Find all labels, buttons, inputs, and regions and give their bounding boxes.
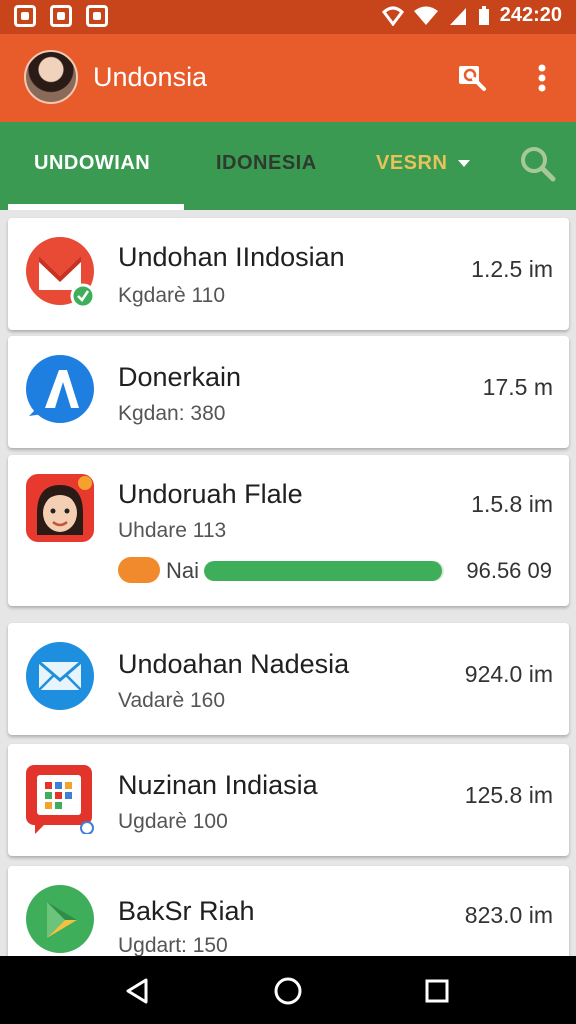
progress-bar — [204, 561, 444, 581]
download-progress: Nai 96.56 09 — [118, 555, 558, 585]
recents-button[interactable] — [420, 974, 454, 1008]
app-subtitle: Kgdan: 380 — [118, 402, 226, 425]
home-button[interactable] — [271, 974, 305, 1008]
girl-face-icon — [26, 474, 94, 542]
search-icon — [459, 66, 486, 91]
app-subtitle: Uhdare 113 — [118, 519, 227, 542]
app-name: BakSr Riah — [118, 896, 255, 926]
dropdown-arrow-icon — [458, 159, 471, 167]
recents-icon — [425, 979, 449, 1003]
list-item[interactable]: Nuzinan Indiasia Ugdarè 100 125.8 im — [8, 744, 569, 856]
navigation-bar — [0, 956, 576, 1024]
app-name: Undoruah Flale — [118, 479, 303, 509]
app-subtitle: Vadarè 160 — [118, 689, 226, 712]
app-bar: Undonsia — [0, 34, 576, 122]
tab-undowian[interactable]: UNDOWIAN — [34, 152, 150, 175]
list-item[interactable]: Donerkain Kgdan: 380 17.5 m — [8, 336, 569, 448]
tab-idonesia[interactable]: IDONESIA — [216, 152, 317, 175]
tab-bar: UNDOWIAN IDONESIA VESRN — [0, 122, 576, 210]
search-icon — [521, 147, 556, 182]
grid-icon — [26, 765, 94, 834]
progress-value: 96.56 09 — [466, 558, 552, 583]
app-subtitle: Kgdarè 110 — [118, 284, 226, 307]
tab-vesrn-label: VESRN — [376, 152, 448, 174]
signal-icon — [449, 7, 466, 25]
tab-search-button[interactable] — [518, 144, 558, 184]
more-vert-icon — [538, 64, 546, 92]
app-subtitle: Ugdart: 150 — [118, 934, 228, 957]
image-notification-icon — [86, 5, 108, 27]
play-icon — [26, 885, 94, 953]
list-item[interactable]: Undohan IIndosian Kgdarè 110 1.2.5 im — [8, 218, 569, 330]
app-size: 125.8 im — [464, 782, 553, 808]
app-title: Undonsia — [93, 62, 208, 92]
red-m-icon — [26, 237, 95, 306]
app-name: Donerkain — [118, 362, 242, 392]
app-size: 1.5.8 im — [471, 491, 553, 517]
overflow-menu-button[interactable] — [522, 58, 562, 98]
notification-icon — [14, 5, 36, 27]
progress-label: Nai — [166, 558, 200, 583]
mail-icon — [26, 642, 94, 710]
avatar[interactable] — [24, 50, 78, 104]
wifi-icon — [413, 6, 438, 25]
blue-a-icon — [26, 355, 94, 423]
list-item[interactable]: Undoruah Flale Uhdare 113 1.5.8 im Nai 9… — [8, 455, 569, 606]
app-name: Undohan IIndosian — [118, 242, 345, 272]
home-icon — [274, 977, 302, 1005]
app-subtitle: Ugdarè 100 — [118, 810, 228, 833]
search-button[interactable] — [452, 58, 492, 98]
hotspot-icon — [381, 6, 404, 26]
tab-vesrn[interactable]: VESRN — [376, 152, 471, 175]
app-name: Nuzinan Indiasia — [118, 770, 318, 800]
download-status-icon — [118, 557, 160, 583]
tab-indicator — [8, 204, 184, 210]
app-size: 17.5 m — [482, 374, 553, 400]
battery-icon — [478, 5, 489, 25]
app-size: 823.0 im — [464, 902, 553, 928]
notification-icon — [50, 5, 72, 27]
back-icon — [126, 978, 148, 1004]
list-item[interactable]: Undoahan Nadesia Vadarè 160 924.0 im — [8, 623, 569, 735]
app-name: Undoahan Nadesia — [118, 649, 350, 679]
status-bar: 242:20 — [0, 0, 576, 34]
back-button[interactable] — [120, 974, 154, 1008]
app-size: 1.2.5 im — [471, 256, 553, 282]
progress-fill — [204, 561, 442, 581]
app-size: 924.0 im — [464, 661, 553, 687]
clock: 242:20 — [499, 4, 562, 26]
